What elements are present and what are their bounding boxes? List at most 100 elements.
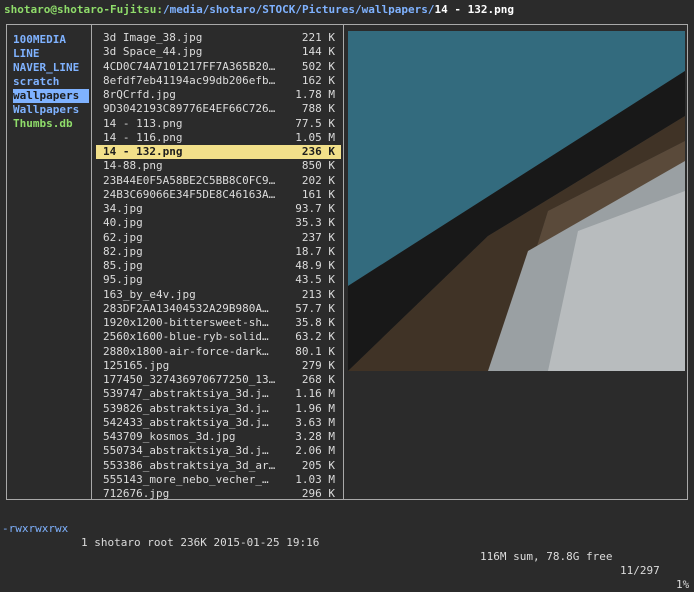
file-name: 543709_kosmos_3d.jpg <box>103 430 236 443</box>
file-size: 1.03 M <box>295 472 335 486</box>
file-name: 2880x1800-air-force-dark… <box>103 344 269 358</box>
file-row[interactable]: 23B44E0F5A58BE2C5BB8C0FC9… 202 K <box>96 174 341 188</box>
file-permissions: -rwxrwxrwx <box>2 522 69 535</box>
file-row[interactable]: 14 - 113.png 77.5 K <box>96 117 341 131</box>
file-row[interactable]: 712676.jpg 296 K <box>96 487 341 501</box>
parent-dir-item[interactable]: scratch <box>13 75 89 89</box>
file-row[interactable]: 40.jpg 35.3 K <box>96 216 341 230</box>
file-name: 163_by_e4v.jpg <box>103 287 196 301</box>
file-size: 80.1 K <box>295 344 335 358</box>
file-name: 2560x1600-blue-ryb-solid… <box>103 330 269 344</box>
file-size: 850 K <box>301 159 335 173</box>
file-name: 9D3042193C89776E4EF66C726… <box>103 102 276 116</box>
file-row[interactable]: 555143_more_nebo_vecher_… 1.03 M <box>96 473 341 487</box>
file-name: 34.jpg <box>103 202 143 215</box>
file-row[interactable]: 14 - 132.png 236 K <box>96 145 341 160</box>
file-row[interactable]: 2560x1600-blue-ryb-solid… 63.2 K <box>96 330 341 344</box>
image-preview <box>348 31 685 371</box>
file-name: 283DF2AA13404532A29B980A… <box>103 301 269 315</box>
file-name: 14 - 116.png <box>103 130 183 144</box>
file-row[interactable]: 163_by_e4v.jpg 213 K <box>96 288 341 302</box>
file-size: 213 K <box>301 287 335 301</box>
file-row[interactable]: 125165.jpg 279 K <box>96 359 341 373</box>
file-row[interactable]: 542433_abstraktsiya_3d.j… 3.63 M <box>96 416 341 430</box>
file-row[interactable]: 24B3C69066E34F5DE8C46163A… 161 K <box>96 188 341 202</box>
wallpaper-preview-graphic <box>348 31 685 371</box>
file-row[interactable]: 177450_327436970677250_13… 268 K <box>96 373 341 387</box>
disk-usage: 116M sum, 78.8G free <box>480 550 613 563</box>
file-size: 1.16 M <box>295 387 335 401</box>
parent-dir-item[interactable]: wallpapers <box>13 89 89 103</box>
column-divider <box>343 25 344 499</box>
file-name: 8rQCrfd.jpg <box>103 88 176 101</box>
file-size: 3.28 M <box>295 430 335 443</box>
file-row[interactable]: 62.jpg 237 K <box>96 231 341 245</box>
file-size: 237 K <box>301 230 335 244</box>
file-row[interactable]: 539826_abstraktsiya_3d.j… 1.96 M <box>96 402 341 416</box>
file-size: 35.8 K <box>295 316 335 329</box>
file-row[interactable]: 4CD0C74A7101217FF7A365B20… 502 K <box>96 60 341 74</box>
file-name: 542433_abstraktsiya_3d.j… <box>103 415 269 429</box>
file-name: 40.jpg <box>103 216 143 230</box>
file-size: 161 K <box>301 187 335 201</box>
file-name: 125165.jpg <box>103 358 170 372</box>
parent-directory-column[interactable]: 100MEDIA LINE NAVER_LINE scratch wallpapers W… <box>13 33 89 131</box>
file-size: 296 K <box>301 487 335 500</box>
file-name: 539826_abstraktsiya_3d.j… <box>103 401 269 415</box>
file-row[interactable]: 85.jpg 48.9 K <box>96 259 341 273</box>
file-name: 14 - 113.png <box>103 116 183 130</box>
file-name: 555143_more_nebo_vecher_… <box>103 472 269 486</box>
file-row[interactable]: 2880x1800-air-force-dark… 80.1 K <box>96 345 341 359</box>
file-row[interactable]: 82.jpg 18.7 K <box>96 245 341 259</box>
column-divider <box>91 25 92 499</box>
parent-dir-item[interactable]: LINE <box>13 47 89 61</box>
file-row[interactable]: 14 - 116.png 1.05 M <box>96 131 341 145</box>
file-row[interactable]: 553386_abstraktsiya_3d_ar… 205 K <box>96 459 341 473</box>
file-name: 1920x1200-bittersweet-sh… <box>103 316 269 329</box>
file-name: 4CD0C74A7101217FF7A365B20… <box>103 59 276 73</box>
file-row[interactable]: 95.jpg 43.5 K <box>96 273 341 287</box>
file-row[interactable]: 3d Space_44.jpg 144 K <box>96 45 341 59</box>
file-name: 550734_abstraktsiya_3d.j… <box>103 444 269 458</box>
file-size: 202 K <box>301 173 335 187</box>
file-row[interactable]: 550734_abstraktsiya_3d.j… 2.06 M <box>96 444 341 458</box>
file-size: 788 K <box>301 102 335 116</box>
file-size: 48.9 K <box>295 259 335 272</box>
file-name: 82.jpg <box>103 244 143 258</box>
file-size: 1.96 M <box>295 401 335 415</box>
file-row[interactable]: 14-88.png 850 K <box>96 159 341 173</box>
file-name: 539747_abstraktsiya_3d.j… <box>103 387 269 401</box>
parent-dir-item[interactable]: Wallpapers <box>13 103 89 117</box>
status-bar: -rwxrwxrwx 1 shotaro root 236K 2015-01-2… <box>0 508 694 591</box>
file-size: 63.2 K <box>295 330 335 344</box>
file-name: 14 - 132.png <box>103 145 183 158</box>
parent-dir-item[interactable]: Thumbs.db <box>13 117 89 131</box>
parent-dir-item[interactable]: NAVER_LINE <box>13 61 89 75</box>
current-path: /media/shotaro/STOCK/Pictures/wallpapers… <box>162 3 435 16</box>
file-row[interactable]: 3d Image_38.jpg 221 K <box>96 31 341 45</box>
file-row[interactable]: 34.jpg 93.7 K <box>96 202 341 216</box>
file-size: 43.5 K <box>295 273 335 287</box>
file-name: 14-88.png <box>103 159 163 173</box>
file-row[interactable]: 539747_abstraktsiya_3d.j… 1.16 M <box>96 387 341 401</box>
parent-dir-item[interactable]: 100MEDIA <box>13 33 89 47</box>
file-size: 93.7 K <box>295 202 335 215</box>
file-row[interactable]: 8efdf7eb41194ac99db206efb… 162 K <box>96 74 341 88</box>
file-name: 95.jpg <box>103 273 143 287</box>
file-row[interactable]: 9D3042193C89776E4EF66C726… 788 K <box>96 102 341 116</box>
file-list-column[interactable]: 3d Image_38.jpg 221 K 3d Space_44.jpg 144 K… <box>96 31 341 501</box>
file-row[interactable]: 8rQCrfd.jpg 1.78 M <box>96 88 341 102</box>
file-name: 712676.jpg <box>103 487 170 500</box>
file-size: 205 K <box>301 458 335 472</box>
scroll-percent: 1% <box>676 578 690 591</box>
file-size: 77.5 K <box>295 116 335 130</box>
file-name: 553386_abstraktsiya_3d_ar… <box>103 458 276 472</box>
file-name: 62.jpg <box>103 230 143 244</box>
file-row[interactable]: 1920x1200-bittersweet-sh… 35.8 K <box>96 316 341 330</box>
file-size: 502 K <box>301 59 335 73</box>
file-row[interactable]: 543709_kosmos_3d.jpg 3.28 M <box>96 430 341 444</box>
file-row[interactable]: 283DF2AA13404532A29B980A… 57.7 K <box>96 302 341 316</box>
file-name: 23B44E0F5A58BE2C5BB8C0FC9… <box>103 173 276 187</box>
file-size: 268 K <box>301 373 335 386</box>
file-size: 2.06 M <box>295 444 335 458</box>
